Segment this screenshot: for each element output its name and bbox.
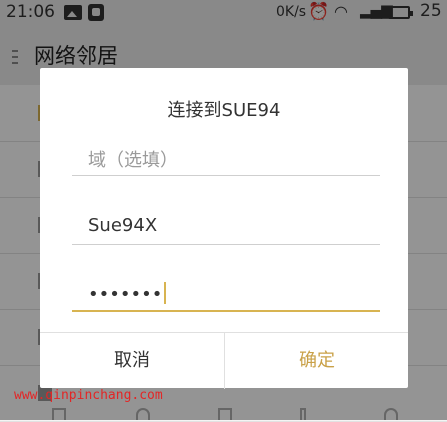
nav-icon[interactable] — [300, 408, 306, 420]
nav-icon[interactable] — [52, 408, 66, 420]
text-cursor — [164, 282, 167, 304]
domain-field[interactable]: 域（选填） — [72, 146, 380, 176]
ok-button[interactable]: 确定 — [224, 333, 409, 389]
dialog-title: 连接到SUE94 — [167, 100, 281, 121]
nav-icon[interactable] — [218, 408, 232, 420]
password-value: ••••••• — [88, 282, 167, 305]
password-field[interactable]: ••••••• — [72, 282, 380, 312]
bottom-nav — [0, 404, 447, 420]
password-dots: ••••••• — [88, 284, 163, 305]
connect-dialog: 连接到SUE94 域（选填） Sue94X ••••••• 取消 确定 — [40, 68, 408, 389]
cancel-button[interactable]: 取消 — [40, 333, 224, 389]
domain-underline — [72, 175, 380, 176]
username-underline — [72, 244, 380, 245]
domain-placeholder: 域（选填） — [88, 150, 178, 171]
username-field[interactable]: Sue94X — [72, 215, 380, 245]
nav-icon[interactable] — [136, 408, 150, 420]
watermark-text: www.qinpinchang.com — [14, 388, 163, 403]
username-value: Sue94X — [88, 215, 158, 236]
dialog-buttons: 取消 确定 — [40, 332, 408, 389]
nav-icon[interactable] — [384, 408, 398, 420]
password-underline — [72, 310, 380, 312]
